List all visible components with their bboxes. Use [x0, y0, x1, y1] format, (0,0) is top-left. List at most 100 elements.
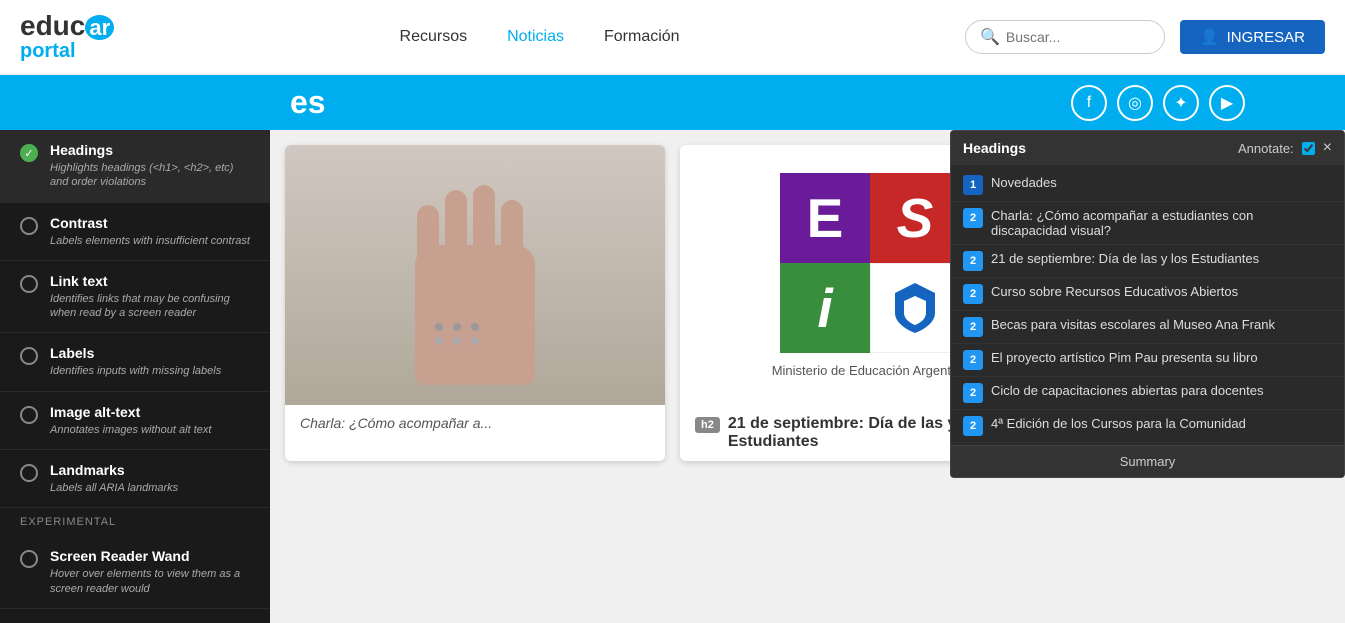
annotate-checkbox[interactable]: [1302, 142, 1315, 155]
sidebar: Headings Highlights headings (<h1>, <h2>…: [0, 130, 270, 623]
logo-educ-text: educ: [20, 10, 85, 41]
headings-popup: Headings Annotate: × 1 Novedades 2 Charla: …: [950, 130, 1345, 478]
popup-list-item[interactable]: 2 Curso sobre Recursos Educativos Abierto…: [951, 278, 1344, 311]
labels-label: Labels: [50, 345, 221, 361]
landmarks-radio[interactable]: [20, 464, 38, 482]
heading-item-text: El proyecto artístico Pim Pau presenta s…: [991, 350, 1258, 365]
sidebar-item-landmarks[interactable]: Landmarks Labels all ARIA landmarks: [0, 450, 270, 508]
headings-item-text: Headings Highlights headings (<h1>, <h2>…: [50, 142, 250, 190]
ingresar-label: INGRESAR: [1227, 29, 1305, 46]
card-braille-title-area: Charla: ¿Cómo acompañar a...: [285, 405, 665, 441]
nav-noticias[interactable]: Noticias: [507, 28, 564, 46]
main-content: Headings Highlights headings (<h1>, <h2>…: [0, 130, 1345, 623]
youtube-icon[interactable]: ▶: [1209, 85, 1245, 121]
sidebar-item-labels[interactable]: Labels Identifies inputs with missing la…: [0, 333, 270, 391]
contrast-radio[interactable]: [20, 217, 38, 235]
contrast-item-text: Contrast Labels elements with insufficie…: [50, 215, 250, 248]
logo-educ[interactable]: educar: [20, 12, 114, 40]
landmarks-label: Landmarks: [50, 462, 178, 478]
image-alt-item-text: Image alt-text Annotates images without …: [50, 404, 211, 437]
image-alt-label: Image alt-text: [50, 404, 211, 420]
heading-item-text: Ciclo de capacitaciones abiertas para do…: [991, 383, 1263, 398]
popup-list-item[interactable]: 2 Charla: ¿Cómo acompañar a estudiantes c…: [951, 202, 1344, 245]
heading-item-text: 21 de septiembre: Día de las y los Estud…: [991, 251, 1259, 266]
headings-desc: Highlights headings (<h1>, <h2>, etc) an…: [50, 161, 250, 190]
landmarks-item-text: Landmarks Labels all ARIA landmarks: [50, 462, 178, 495]
heading-level-2-badge: 2: [963, 416, 983, 436]
content-area: Charla: ¿Cómo acompañar a... E S: [270, 130, 1345, 623]
popup-controls: Annotate: ×: [1238, 139, 1332, 157]
link-text-radio[interactable]: [20, 275, 38, 293]
heading-level-2-badge: 2: [963, 284, 983, 304]
facebook-icon[interactable]: f: [1071, 85, 1107, 121]
image-alt-radio[interactable]: [20, 406, 38, 424]
heading-level-2-badge: 2: [963, 251, 983, 271]
labels-item-text: Labels Identifies inputs with missing la…: [50, 345, 221, 378]
card-esi-h2-badge: h2: [695, 417, 720, 433]
link-text-desc: Identifies links that may be confusing w…: [50, 292, 250, 321]
heading-level-2-badge: 2: [963, 350, 983, 370]
popup-list-item[interactable]: 2 21 de septiembre: Día de las y los Estu…: [951, 245, 1344, 278]
sidebar-item-image-alt-text[interactable]: Image alt-text Annotates images without …: [0, 392, 270, 450]
heading-item-text: Curso sobre Recursos Educativos Abiertos: [991, 284, 1238, 299]
heading-level-1-badge: 1: [963, 175, 983, 195]
screen-reader-wand-radio[interactable]: [20, 550, 38, 568]
main-nav: Recursos Noticias Formación: [400, 28, 680, 46]
annotate-label: Annotate:: [1238, 141, 1294, 156]
labels-radio[interactable]: [20, 347, 38, 365]
user-icon: 👤: [1200, 28, 1219, 46]
sidebar-footer: ⌐■: [0, 609, 270, 623]
heading-level-2-badge: 2: [963, 383, 983, 403]
sidebar-item-contrast[interactable]: Contrast Labels elements with insufficie…: [0, 203, 270, 261]
nav-recursos[interactable]: Recursos: [400, 28, 468, 46]
popup-close-button[interactable]: ×: [1323, 139, 1332, 157]
headings-radio[interactable]: [20, 144, 38, 162]
search-box[interactable]: 🔍: [965, 20, 1165, 54]
heading-item-text: Novedades: [991, 175, 1057, 190]
card-braille-title: Charla: ¿Cómo acompañar a...: [300, 415, 492, 431]
heading-level-2-badge: 2: [963, 317, 983, 337]
popup-summary-label: Summary: [1120, 454, 1176, 469]
nav-formacion[interactable]: Formación: [604, 28, 680, 46]
logo-portal-text[interactable]: portal: [20, 40, 76, 63]
landmarks-desc: Labels all ARIA landmarks: [50, 481, 178, 495]
heading-item-text: Charla: ¿Cómo acompañar a estudiantes co…: [991, 208, 1332, 238]
header-right: 🔍 👤 INGRESAR: [965, 20, 1325, 54]
logo-ar-circle: ar: [85, 15, 114, 40]
link-text-item-text: Link text Identifies links that may be c…: [50, 273, 250, 321]
banner-title: es: [290, 84, 326, 121]
logo: educar portal: [20, 12, 114, 63]
popup-header: Headings Annotate: ×: [951, 131, 1344, 165]
social-icons: f ◎ ✦ ▶: [1071, 85, 1245, 121]
screen-reader-wand-label: Screen Reader Wand: [50, 548, 250, 564]
heading-item-text: Becas para visitas escolares al Museo An…: [991, 317, 1275, 332]
experimental-section-label: EXPERIMENTAL: [0, 508, 270, 536]
headings-label: Headings: [50, 142, 250, 158]
link-text-label: Link text: [50, 273, 250, 289]
popup-list-item[interactable]: 1 Novedades: [951, 169, 1344, 202]
search-icon: 🔍: [980, 27, 1000, 47]
popup-footer: Summary: [951, 445, 1344, 477]
popup-list-item[interactable]: 2 Ciclo de capacitaciones abiertas para d…: [951, 377, 1344, 410]
card-braille: Charla: ¿Cómo acompañar a...: [285, 145, 665, 461]
sidebar-item-link-text[interactable]: Link text Identifies links that may be c…: [0, 261, 270, 334]
header: educar portal Recursos Noticias Formació…: [0, 0, 1345, 75]
popup-list[interactable]: 1 Novedades 2 Charla: ¿Cómo acompañar a est…: [951, 165, 1344, 445]
ingresar-button[interactable]: 👤 INGRESAR: [1180, 20, 1325, 54]
sidebar-item-headings[interactable]: Headings Highlights headings (<h1>, <h2>…: [0, 130, 270, 203]
popup-list-item[interactable]: 2 4ª Edición de los Cursos para la Comuni…: [951, 410, 1344, 443]
card-braille-image: [285, 145, 665, 405]
heading-level-2-badge: 2: [963, 208, 983, 228]
labels-desc: Identifies inputs with missing labels: [50, 364, 221, 378]
twitter-icon[interactable]: ✦: [1163, 85, 1199, 121]
popup-list-item[interactable]: 2 El proyecto artístico Pim Pau presenta …: [951, 344, 1344, 377]
search-input[interactable]: [1006, 29, 1150, 45]
sidebar-item-screen-reader-wand[interactable]: Screen Reader Wand Hover over elements t…: [0, 536, 270, 609]
image-alt-desc: Annotates images without alt text: [50, 423, 211, 437]
screen-reader-wand-desc: Hover over elements to view them as a sc…: [50, 567, 250, 596]
esi-ministry-text: Ministerio de Educación Argentina: [772, 363, 969, 378]
instagram-icon[interactable]: ◎: [1117, 85, 1153, 121]
popup-list-item[interactable]: 2 Becas para visitas escolares al Museo A…: [951, 311, 1344, 344]
heading-item-text: 4ª Edición de los Cursos para la Comunid…: [991, 416, 1246, 431]
contrast-label: Contrast: [50, 215, 250, 231]
